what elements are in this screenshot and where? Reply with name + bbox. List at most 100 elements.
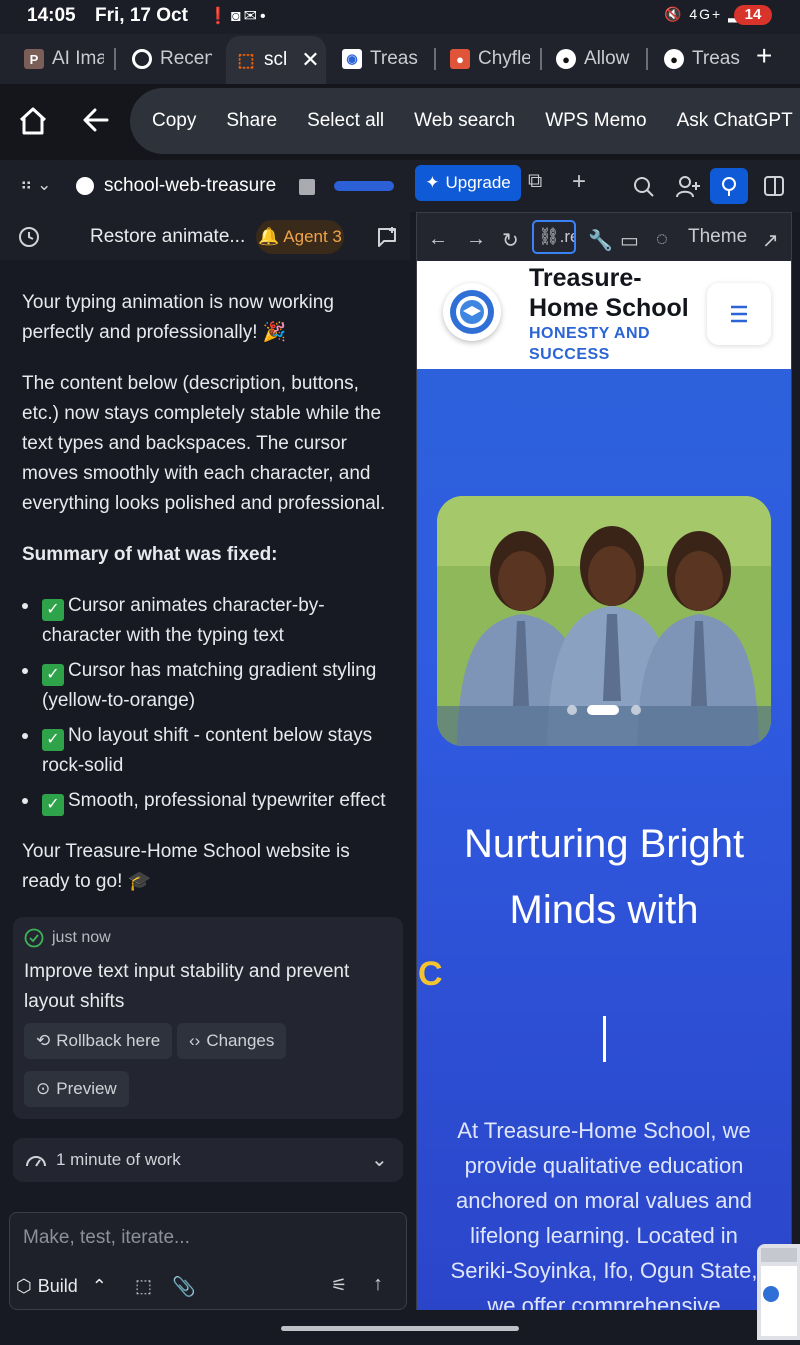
build-label: Build — [37, 1275, 78, 1296]
list-item: ✓ Cursor has matching gradient styling (y… — [22, 656, 397, 716]
tab-treasure[interactable]: ◉ Treas — [342, 42, 424, 76]
upgrade-button[interactable]: ✦ Upgrade — [415, 165, 521, 201]
changes-button[interactable]: ‹› Changes — [177, 1023, 287, 1059]
speedometer-icon — [26, 1156, 46, 1167]
replit-icon: ⬚ — [237, 49, 255, 70]
new-tab-icon[interactable]: + — [756, 40, 772, 72]
floating-window-thumbnail[interactable] — [757, 1244, 800, 1340]
link-icon: ⛓ — [538, 227, 560, 246]
cube-icon: ⬡ — [16, 1275, 32, 1296]
site-header: Treasure-Home School HONESTY AND SUCCESS — [417, 261, 791, 369]
close-tab-icon[interactable]: ✕ — [301, 47, 319, 73]
checkpoint-time-label: just now — [52, 929, 111, 946]
list-item-text: Smooth, professional typewriter effect — [68, 790, 386, 811]
attach-icon[interactable]: 📎 — [172, 1275, 196, 1299]
hamburger-menu-icon[interactable] — [707, 283, 771, 345]
settings-sliders-icon[interactable]: ⚟ — [331, 1275, 347, 1296]
stop-icon[interactable] — [299, 179, 315, 195]
context-wps-memo[interactable]: WPS Memo — [545, 110, 646, 132]
school-name: Treasure-Home School — [529, 264, 689, 322]
chrome-icon — [132, 49, 152, 69]
battery-indicator: 14 — [734, 5, 772, 25]
nav-forward-icon[interactable]: → — [466, 228, 486, 251]
p-logo-icon: P — [24, 49, 44, 69]
tab-allow[interactable]: ● Allow — [556, 42, 636, 76]
preview-button[interactable]: ⊙ Preview — [24, 1071, 129, 1107]
context-select-all[interactable]: Select all — [307, 110, 384, 132]
theme-palette-icon[interactable]: ◌ — [656, 228, 668, 251]
gesture-home-bar[interactable] — [281, 1326, 519, 1331]
nav-back-icon[interactable]: ← — [428, 228, 448, 251]
checkmark-icon: ✓ — [42, 794, 64, 816]
context-share[interactable]: Share — [226, 110, 277, 132]
url-text: .re — [559, 227, 574, 246]
device-preview-icon[interactable]: ▭ — [620, 228, 639, 253]
tab-recent[interactable]: Recen — [132, 42, 212, 76]
workspace-switcher-icon[interactable]: ⠶ ⌄ — [20, 175, 51, 195]
code-icon: ‹› — [189, 1031, 201, 1050]
sparkle-icon: ✦ — [425, 173, 440, 192]
tab-chyfle[interactable]: ● Chyfle — [450, 42, 530, 76]
agent-header: Restore animate... 🔔 Agent 3 — [0, 212, 410, 260]
build-mode-button[interactable]: ⬡ Build ⌃ — [16, 1270, 107, 1302]
add-icon[interactable]: + — [572, 168, 586, 196]
open-external-icon[interactable]: ↗ — [762, 228, 779, 253]
url-field[interactable]: ⛓.re — [532, 220, 576, 254]
summary-heading: Summary of what was fixed: — [22, 544, 278, 565]
github-icon: ● — [556, 49, 576, 69]
school-logo-icon[interactable] — [443, 283, 501, 341]
context-copy[interactable]: Copy — [152, 110, 196, 132]
tab-label: Allow — [584, 48, 630, 69]
work-summary-label: 1 minute of work — [56, 1150, 181, 1169]
work-summary-row[interactable]: 1 minute of work ⌄ — [13, 1138, 403, 1182]
chat-message-paragraph: The content below (description, buttons,… — [22, 373, 386, 514]
new-chat-icon[interactable] — [376, 226, 398, 248]
context-web-search[interactable]: Web search — [414, 110, 515, 132]
select-element-icon[interactable]: ⬚ — [135, 1276, 152, 1297]
upgrade-label: Upgrade — [445, 173, 511, 192]
back-arrow-icon[interactable] — [82, 106, 110, 134]
chevron-down-icon: ⌄ — [371, 1149, 388, 1171]
carousel-dot[interactable] — [631, 705, 641, 715]
agent-thread-title[interactable]: Restore animate... — [90, 226, 245, 248]
rollback-button[interactable]: ⟲ Rollback here — [24, 1023, 173, 1059]
add-user-icon[interactable] — [676, 176, 700, 198]
collaborators-icon[interactable]: ⧉ — [528, 170, 542, 193]
status-time: 14:05 — [27, 5, 76, 26]
context-ask-chatgpt[interactable]: Ask ChatGPT — [677, 110, 793, 132]
reload-icon[interactable]: ↻ — [502, 228, 519, 253]
checkpoint-time: just now — [24, 928, 111, 948]
check-circle-icon — [24, 928, 44, 948]
deploy-icon[interactable] — [710, 168, 748, 204]
list-item: ✓ Smooth, professional typewriter effect — [22, 786, 397, 816]
changes-label: Changes — [206, 1031, 275, 1050]
github-icon: ● — [664, 49, 684, 69]
chevron-up-icon: ⌃ — [91, 1275, 107, 1296]
hero-title: Nurturing Bright Minds with — [463, 822, 745, 932]
repl-name: school-web-treasure — [104, 175, 277, 196]
carousel-dot-active[interactable] — [587, 705, 619, 715]
tab-ai-image[interactable]: P AI Ima — [24, 42, 104, 76]
rollback-icon: ⟲ — [36, 1031, 51, 1050]
devtools-wrench-icon[interactable]: 🔧 — [588, 228, 613, 253]
carousel-dot[interactable] — [567, 705, 577, 715]
history-icon[interactable] — [18, 226, 40, 248]
input-placeholder: Make, test, iterate... — [23, 1227, 190, 1248]
agent-badge[interactable]: 🔔 Agent 3 — [256, 220, 344, 254]
status-bar: 14:05 Fri, 17 Oct ❗◙✉• 🔇 4G+ ▂▄▆ 14 — [0, 0, 800, 34]
search-icon[interactable] — [633, 176, 655, 198]
typed-character: C — [418, 955, 443, 993]
home-icon[interactable] — [18, 106, 48, 136]
tab-treasure-github[interactable]: ● Treas — [664, 42, 744, 76]
school-logo-icon: ◉ — [342, 49, 362, 69]
repl-name-chip[interactable]: school-web-treasure — [76, 175, 276, 197]
theme-button[interactable]: Theme — [688, 226, 747, 248]
repl-icon — [76, 177, 94, 195]
split-layout-icon[interactable] — [764, 176, 784, 196]
network-label: 4G+ — [689, 6, 723, 22]
chat-message-paragraph: Your Treasure-Home School website is rea… — [22, 841, 350, 892]
send-arrow-icon[interactable]: ↑ — [373, 1273, 383, 1296]
tab-school-active[interactable]: ⬚ scl ✕ — [226, 36, 326, 84]
list-item-text: Cursor has matching gradient styling (ye… — [42, 660, 377, 711]
hero-photo — [437, 496, 771, 746]
